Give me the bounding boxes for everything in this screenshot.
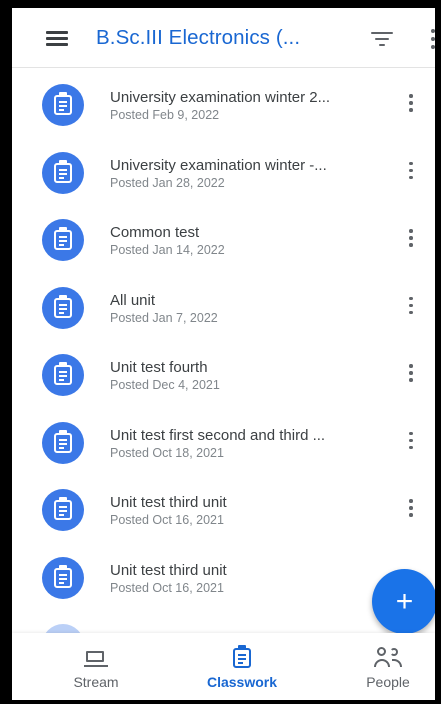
- assignment-title: Common test: [110, 224, 200, 241]
- list-item[interactable]: Common test Posted Jan 14, 2022: [12, 203, 435, 271]
- assignment-title: Unit test first second and third ...: [110, 426, 326, 444]
- classroom-screen: B.Sc.III Electronics (... University exa…: [12, 8, 435, 700]
- assignment-avatar: [42, 84, 84, 126]
- assignment-icon: [54, 429, 72, 453]
- class-title: B.Sc.III Electronics (...: [96, 26, 301, 49]
- assignment-icon: [54, 92, 72, 115]
- nav-classwork-label: Classwork: [206, 674, 278, 690]
- assignment-title: Unit test fourth: [110, 359, 208, 376]
- menu-icon[interactable]: [46, 30, 68, 46]
- posted-date: Posted Oct 18, 2021: [110, 445, 224, 460]
- assignment-avatar: [42, 286, 84, 329]
- assignment-icon: [54, 227, 72, 250]
- assignment-avatar: [42, 489, 84, 531]
- posted-date: Posted Oct 16, 2021: [110, 513, 224, 527]
- posted-date: Posted Dec 4, 2021: [110, 378, 220, 392]
- stream-icon: [84, 651, 108, 669]
- list-item[interactable]: Unit test fourth Posted Dec 4, 2021: [12, 338, 435, 406]
- posted-date: Posted Jan 28, 2022: [110, 175, 225, 190]
- list-item[interactable]: University examination winter -... Poste…: [12, 136, 435, 204]
- assignment-icon: [54, 564, 72, 588]
- assignment-title: Unit test third unit: [110, 561, 227, 579]
- list-item[interactable]: University examination winter 2... Poste…: [12, 68, 435, 136]
- assignment-icon: [54, 362, 72, 385]
- nav-classwork[interactable]: Classwork: [182, 633, 302, 700]
- assignment-avatar: [42, 219, 84, 261]
- assignment-title: Unit test third unit: [110, 494, 227, 511]
- posted-date: Posted Oct 16, 2021: [110, 580, 224, 595]
- list-item[interactable]: Unit test first second and third ... Pos…: [12, 406, 435, 474]
- create-fab-button[interactable]: +: [372, 569, 435, 634]
- assignment-avatar: [42, 354, 84, 396]
- classwork-icon: [233, 645, 251, 668]
- item-more-icon[interactable]: [408, 498, 414, 520]
- nav-people[interactable]: People: [328, 633, 435, 700]
- classwork-list: University examination winter 2... Poste…: [12, 68, 435, 666]
- item-more-icon[interactable]: [408, 431, 414, 453]
- posted-date: Posted Jan 7, 2022: [110, 310, 218, 325]
- assignment-title: University examination winter -...: [110, 156, 327, 174]
- item-more-icon[interactable]: [408, 161, 414, 183]
- item-more-icon[interactable]: [408, 363, 414, 385]
- item-more-icon[interactable]: [408, 93, 414, 115]
- item-more-icon[interactable]: [408, 296, 414, 318]
- nav-stream-label: Stream: [73, 674, 119, 690]
- assignment-avatar: [42, 151, 84, 194]
- list-item[interactable]: Unit test third unit Posted Oct 16, 2021: [12, 473, 435, 541]
- nav-people-label: People: [366, 674, 410, 690]
- assignment-icon: [54, 159, 72, 183]
- bottom-navigation: Stream Classwork People: [12, 633, 435, 700]
- assignment-icon: [54, 497, 72, 520]
- posted-date: Posted Feb 9, 2022: [110, 108, 220, 122]
- filter-icon[interactable]: [371, 32, 393, 46]
- assignment-avatar: [42, 421, 84, 464]
- assignment-title: University examination winter 2...: [110, 89, 331, 106]
- nav-stream[interactable]: Stream: [36, 633, 156, 700]
- more-options-icon[interactable]: [430, 28, 435, 50]
- list-item[interactable]: All unit Posted Jan 7, 2022: [12, 271, 435, 339]
- app-bar: B.Sc.III Electronics (...: [12, 8, 435, 68]
- people-icon: [374, 647, 402, 669]
- posted-date: Posted Jan 14, 2022: [110, 243, 225, 257]
- assignment-icon: [54, 294, 72, 318]
- assignment-avatar: [42, 556, 84, 599]
- item-more-icon[interactable]: [408, 228, 414, 250]
- assignment-title: All unit: [110, 291, 156, 309]
